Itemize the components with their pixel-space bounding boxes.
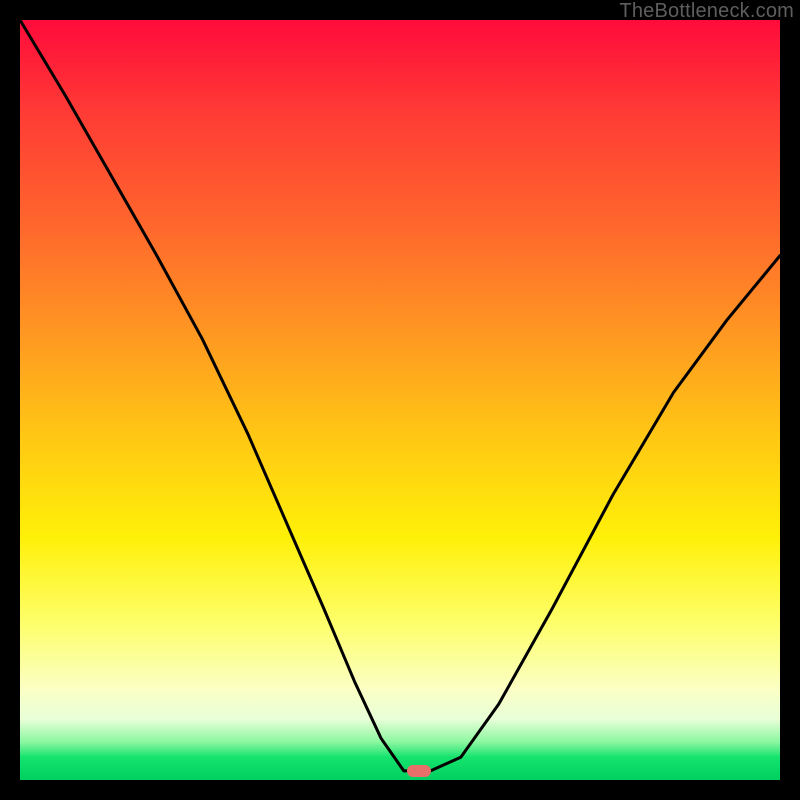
plot-area: [20, 20, 780, 780]
bottleneck-curve: [20, 20, 780, 780]
curve-path: [20, 20, 780, 771]
optimum-marker: [407, 765, 431, 777]
watermark-text: TheBottleneck.com: [619, 0, 794, 23]
chart-frame: TheBottleneck.com: [0, 0, 800, 800]
